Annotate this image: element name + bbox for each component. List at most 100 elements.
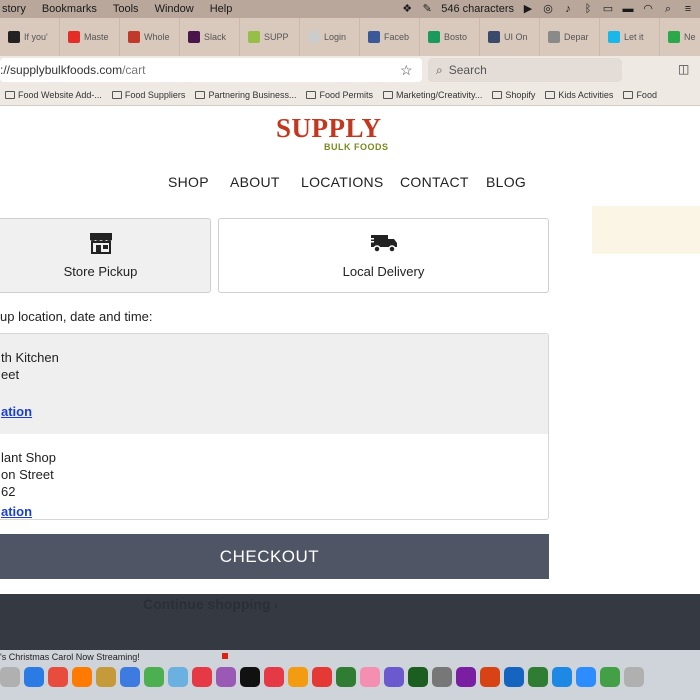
tab-2[interactable]: Whole xyxy=(120,18,180,56)
youtube-icon xyxy=(68,31,80,43)
dock-app-icon[interactable] xyxy=(216,667,236,687)
dock-app-icon[interactable] xyxy=(408,667,428,687)
bookmark-label: Food Permits xyxy=(319,89,374,100)
character-count[interactable]: 546 characters xyxy=(441,3,514,15)
tab-10[interactable]: Let it xyxy=(600,18,660,56)
nav-locations[interactable]: LOCATIONS xyxy=(301,174,384,190)
tab-7[interactable]: Bosto xyxy=(420,18,480,56)
wifi-icon[interactable]: ◠ xyxy=(642,4,654,15)
dock-app-icon[interactable] xyxy=(144,667,164,687)
evernote-icon[interactable]: ✎ xyxy=(421,4,433,15)
dock-app-icon[interactable] xyxy=(528,667,548,687)
dock-app-icon[interactable] xyxy=(336,667,356,687)
dock-app-icon[interactable] xyxy=(288,667,308,687)
bookmark-star-icon[interactable]: ☆ xyxy=(400,62,413,79)
tab-6[interactable]: Faceb xyxy=(360,18,420,56)
menu-bookmarks[interactable]: Bookmarks xyxy=(34,3,105,15)
slack-icon xyxy=(188,31,200,43)
dock-app-icon[interactable] xyxy=(168,667,188,687)
dock-app-icon[interactable] xyxy=(24,667,44,687)
bookmark-item[interactable]: Shopify xyxy=(487,90,540,100)
location-1-select-link[interactable]: ation xyxy=(1,404,32,419)
site-logo[interactable]: SUPPLY BULK FOODS xyxy=(276,114,416,156)
tab-5[interactable]: Login xyxy=(300,18,360,56)
bookmark-item[interactable]: Food xyxy=(618,90,662,100)
dock-app-icon[interactable] xyxy=(312,667,332,687)
bookmark-item[interactable]: Kids Activities xyxy=(540,90,618,100)
url-host: supplybulkfoods.com xyxy=(10,63,123,77)
bookmark-item[interactable]: Food Website Add-... xyxy=(0,90,107,100)
search-input[interactable]: ⌕ Search xyxy=(428,58,622,82)
bookmark-item[interactable]: Partnering Business... xyxy=(190,90,301,100)
bookmark-item[interactable]: Food Permits xyxy=(301,90,378,100)
continue-shopping-link[interactable]: Continue shopping › xyxy=(143,596,278,612)
bookmark-item[interactable]: Marketing/Creativity... xyxy=(378,90,487,100)
dock-app-icon[interactable] xyxy=(552,667,572,687)
location-item-1[interactable]: th Kitchen eet ation xyxy=(0,334,548,434)
bluetooth-icon[interactable]: ᛒ xyxy=(582,4,594,15)
dock-app-icon[interactable] xyxy=(576,667,596,687)
menu-history[interactable]: story xyxy=(0,3,34,15)
tab-label: Depar xyxy=(564,32,589,42)
tab-4[interactable]: SUPP xyxy=(240,18,300,56)
dock-app-icon[interactable] xyxy=(456,667,476,687)
tab-label: UI On xyxy=(504,32,528,42)
dock-app-icon[interactable] xyxy=(384,667,404,687)
location-2-select-link[interactable]: ation xyxy=(1,504,32,519)
folder-icon xyxy=(306,90,317,99)
dock-app-icon[interactable] xyxy=(192,667,212,687)
dock-app-icon[interactable] xyxy=(480,667,500,687)
menu-tools[interactable]: Tools xyxy=(105,3,147,15)
dock-app-icon[interactable] xyxy=(48,667,68,687)
url-field[interactable]: ://supplybulkfoods.com/cart xyxy=(0,58,422,82)
local-delivery-option[interactable]: Local Delivery xyxy=(218,218,549,293)
dock-app-icon[interactable] xyxy=(0,667,20,687)
dock-app-icon[interactable] xyxy=(360,667,380,687)
display-icon[interactable]: ▭ xyxy=(602,4,614,15)
tab-11[interactable]: Ne xyxy=(660,18,700,56)
nav-contact[interactable]: CONTACT xyxy=(400,174,469,190)
location-2-zip: 62 xyxy=(1,484,16,499)
bookmark-label: Kids Activities xyxy=(558,89,614,100)
dock-app-icon[interactable] xyxy=(624,667,644,687)
url-scheme: :// xyxy=(0,63,11,77)
nav-blog[interactable]: BLOG xyxy=(486,174,526,190)
truck-icon xyxy=(368,235,397,253)
nav-about[interactable]: ABOUT xyxy=(230,174,280,190)
tab-label: Whole xyxy=(144,32,170,42)
dock-app-icon[interactable] xyxy=(120,667,140,687)
tab-3[interactable]: Slack xyxy=(180,18,240,56)
blank-icon xyxy=(308,31,320,43)
menu-help[interactable]: Help xyxy=(202,3,241,15)
control-center-icon[interactable]: ≡ xyxy=(682,4,694,15)
volume-icon[interactable]: ♪ xyxy=(562,4,574,15)
battery-icon[interactable]: ▬ xyxy=(622,4,634,15)
spotlight-icon[interactable]: ⌕ xyxy=(662,4,674,15)
pocket-icon[interactable]: ◫ xyxy=(678,62,689,76)
dock-app-icon[interactable] xyxy=(504,667,524,687)
dock-app-icon[interactable] xyxy=(240,667,260,687)
dock-app-icon[interactable] xyxy=(600,667,620,687)
dock-app-icon[interactable] xyxy=(432,667,452,687)
dropbox-icon[interactable]: ❖ xyxy=(401,4,413,15)
checkout-button[interactable]: CHECKOUT xyxy=(0,534,549,579)
dock-app-icon[interactable] xyxy=(96,667,116,687)
chevron-right-icon: › xyxy=(274,600,279,612)
store-pickup-option[interactable]: Store Pickup xyxy=(0,218,211,293)
airplay-icon[interactable]: ◎ xyxy=(542,4,554,15)
seal-icon xyxy=(548,31,560,43)
menu-window[interactable]: Window xyxy=(147,3,202,15)
dock-app-icon[interactable] xyxy=(72,667,92,687)
tab-1[interactable]: Maste xyxy=(60,18,120,56)
nav-shop[interactable]: SHOP xyxy=(168,174,209,190)
bookmark-item[interactable]: Food Suppliers xyxy=(107,90,191,100)
location-1-name: th Kitchen xyxy=(1,350,59,365)
tab-8[interactable]: UI On xyxy=(480,18,540,56)
tab-label: Faceb xyxy=(384,32,410,42)
dock-app-icon[interactable] xyxy=(264,667,284,687)
tab-label: SUPP xyxy=(264,32,289,42)
play-icon[interactable]: ▶ xyxy=(522,4,534,15)
tab-9[interactable]: Depar xyxy=(540,18,600,56)
tab-label: Bosto xyxy=(444,32,468,42)
tab-0[interactable]: If you' xyxy=(0,18,60,56)
